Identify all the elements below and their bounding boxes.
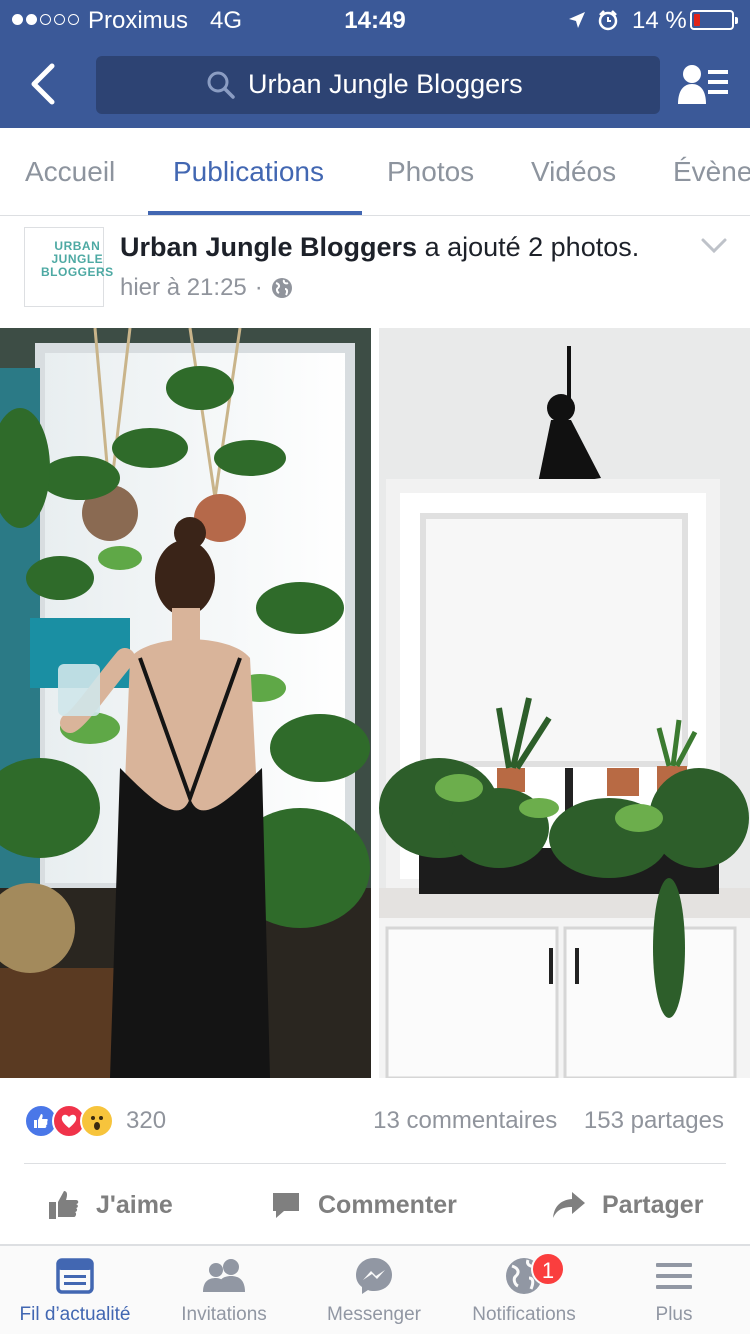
tab-photos[interactable]: Photos — [387, 156, 474, 188]
tab-accueil[interactable]: Accueil — [25, 156, 115, 188]
battery-icon — [690, 10, 738, 30]
avatar-logo: URBAN JUNGLE BLOGGERS — [41, 239, 114, 279]
location-arrow-icon — [569, 12, 585, 28]
messenger-icon — [356, 1258, 392, 1294]
page-avatar[interactable]: URBAN JUNGLE BLOGGERS — [24, 227, 113, 307]
comment-bubble-icon — [273, 1193, 299, 1218]
share-label: Partager — [602, 1190, 704, 1219]
wow-reaction-icon — [80, 1104, 114, 1138]
shares-count[interactable]: 153 partages — [584, 1107, 724, 1134]
meta-separator: · — [254, 274, 263, 301]
alarm-clock-icon — [598, 10, 618, 31]
tab-messenger[interactable]: Messenger — [299, 1256, 449, 1326]
tab-evenements[interactable]: Évène — [673, 156, 750, 188]
post-photo-1[interactable] — [0, 328, 371, 1078]
tab-notifications[interactable]: 1 Notifications — [449, 1252, 599, 1326]
news-feed-icon — [56, 1258, 94, 1294]
thumbs-up-icon — [49, 1191, 79, 1219]
post-title: Urban Jungle Bloggers a ajouté 2 photos. — [120, 232, 639, 263]
engagement-counts: 13 commentaires 153 partages — [373, 1107, 724, 1135]
friends-list-icon[interactable] — [676, 62, 730, 108]
bottom-tab-bar: Fil d’actualité Invitations Messenger 1 … — [0, 1246, 750, 1334]
status-bar: Proximus 4G 14:49 14 % — [0, 0, 750, 40]
notification-badge: 1 — [531, 1252, 565, 1286]
tab-news-feed[interactable]: Fil d’actualité — [0, 1256, 150, 1326]
post-photo-2[interactable] — [379, 328, 750, 1078]
comment-label: Commenter — [318, 1190, 457, 1219]
post-options-chevron-icon[interactable] — [700, 236, 728, 256]
menu-icon — [656, 1263, 692, 1289]
comments-count[interactable]: 13 commentaires — [373, 1107, 557, 1134]
tab-publications[interactable]: Publications — [173, 156, 324, 188]
page-tabs: Accueil Publications Photos Vidéos Évène — [0, 128, 750, 216]
back-chevron-icon[interactable] — [22, 60, 66, 108]
app-header: Proximus 4G 14:49 14 % Urban Jungle Blog… — [0, 0, 750, 128]
reactions-count: 320 — [126, 1107, 167, 1134]
globe-icon — [271, 278, 292, 298]
post-author[interactable]: Urban Jungle Bloggers — [120, 232, 417, 262]
post-action: a ajouté 2 photos. — [424, 232, 640, 262]
share-button[interactable]: Partager — [552, 1180, 703, 1230]
reactions-summary[interactable]: 320 — [24, 1103, 166, 1139]
tab-invitations-label: Invitations — [181, 1304, 267, 1325]
post-meta: hier à 21:25 · — [120, 274, 293, 302]
tab-more[interactable]: Plus — [599, 1256, 749, 1326]
like-label: J'aime — [96, 1190, 173, 1219]
share-arrow-icon — [553, 1192, 585, 1218]
tab-notifications-label: Notifications — [472, 1304, 576, 1325]
battery-percent: 14 % — [632, 7, 687, 34]
active-tab-indicator — [148, 211, 362, 215]
like-button[interactable]: J'aime — [48, 1180, 173, 1230]
comment-button[interactable]: Commenter — [270, 1180, 457, 1230]
tab-videos[interactable]: Vidéos — [531, 156, 616, 188]
search-bar[interactable]: Urban Jungle Bloggers — [96, 56, 660, 114]
tab-more-label: Plus — [655, 1304, 693, 1325]
divider — [24, 1163, 726, 1164]
search-query: Urban Jungle Bloggers — [248, 69, 523, 99]
tab-messenger-label: Messenger — [327, 1304, 421, 1325]
tab-invitations[interactable]: Invitations — [149, 1256, 299, 1326]
tab-news-feed-label: Fil d’actualité — [19, 1304, 131, 1325]
friends-icon — [203, 1259, 245, 1292]
post-timestamp[interactable]: hier à 21:25 — [120, 274, 247, 302]
search-icon — [207, 71, 235, 99]
